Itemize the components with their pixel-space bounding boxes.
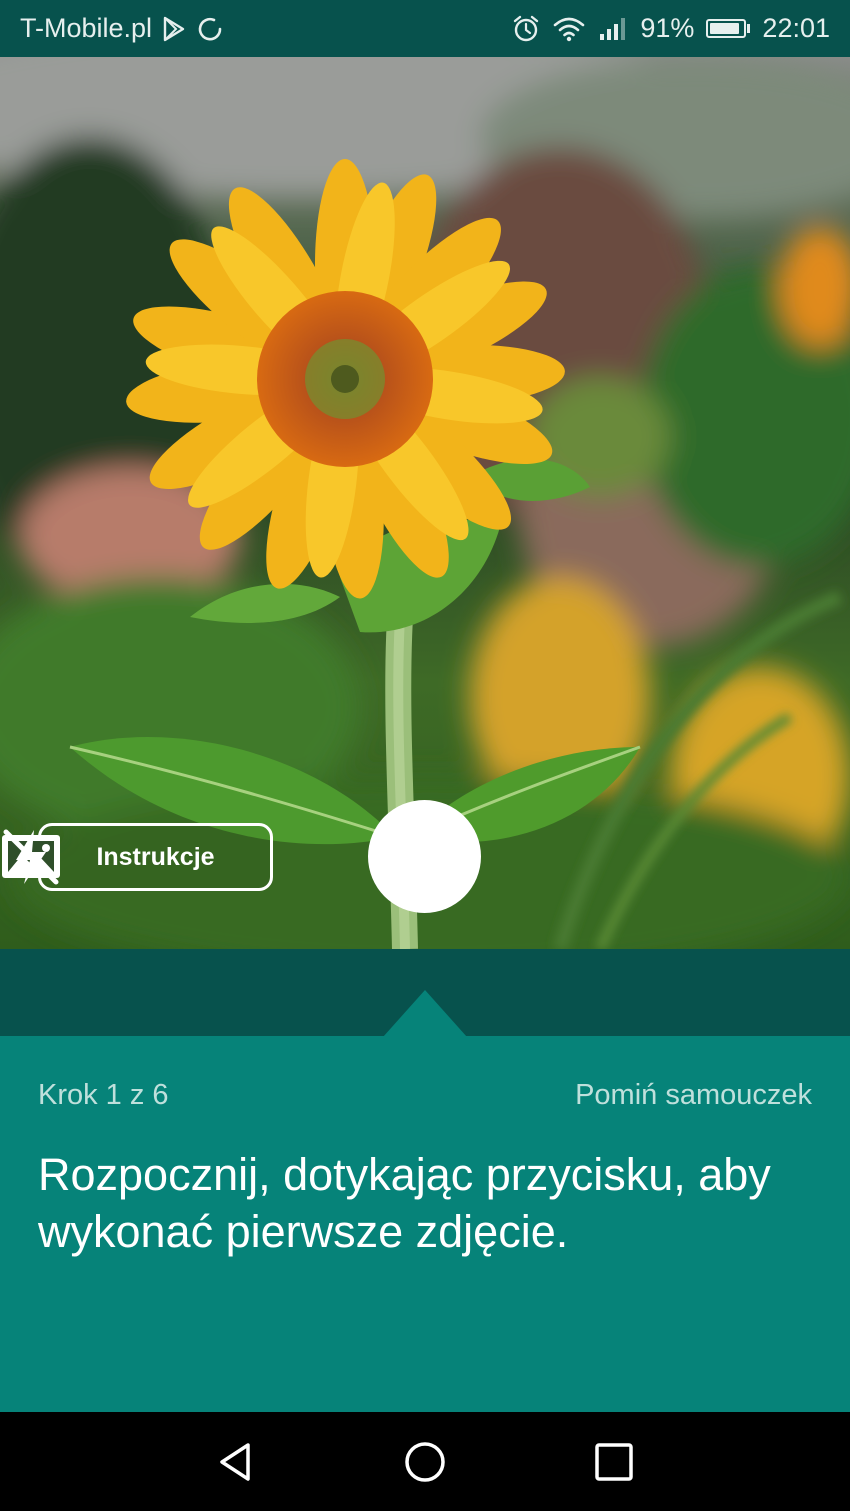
tutorial-pointer	[383, 990, 467, 1037]
status-bar-right: 91% 22:01	[512, 13, 830, 44]
play-store-icon	[163, 16, 185, 41]
tutorial-message: Rozpocznij, dotykając przycisku, aby wyk…	[38, 1149, 771, 1257]
shutter-button[interactable]	[368, 800, 481, 913]
flash-off-icon[interactable]	[0, 826, 62, 888]
clock: 22:01	[762, 13, 830, 43]
battery-icon	[706, 19, 751, 38]
home-icon[interactable]	[403, 1440, 447, 1484]
carrier-name: T-Mobile.pl	[20, 13, 153, 43]
recents-icon[interactable]	[592, 1440, 636, 1484]
skip-tutorial-link[interactable]: Pomiń samouczek	[575, 1079, 812, 1112]
back-icon[interactable]	[214, 1440, 258, 1484]
status-bar: T-Mobile.pl 91% 22:01	[0, 0, 850, 57]
wifi-icon	[554, 17, 585, 41]
instructions-button[interactable]: Instrukcje	[38, 823, 273, 891]
sync-icon	[198, 17, 222, 40]
alarm-icon	[514, 15, 539, 41]
step-indicator: Krok 1 z 6	[38, 1079, 169, 1111]
signal-icon	[600, 17, 626, 40]
status-bar-left: T-Mobile.pl	[20, 13, 224, 44]
battery-percent: 91%	[640, 13, 695, 43]
camera-preview[interactable]: Instrukcje	[0, 57, 850, 949]
